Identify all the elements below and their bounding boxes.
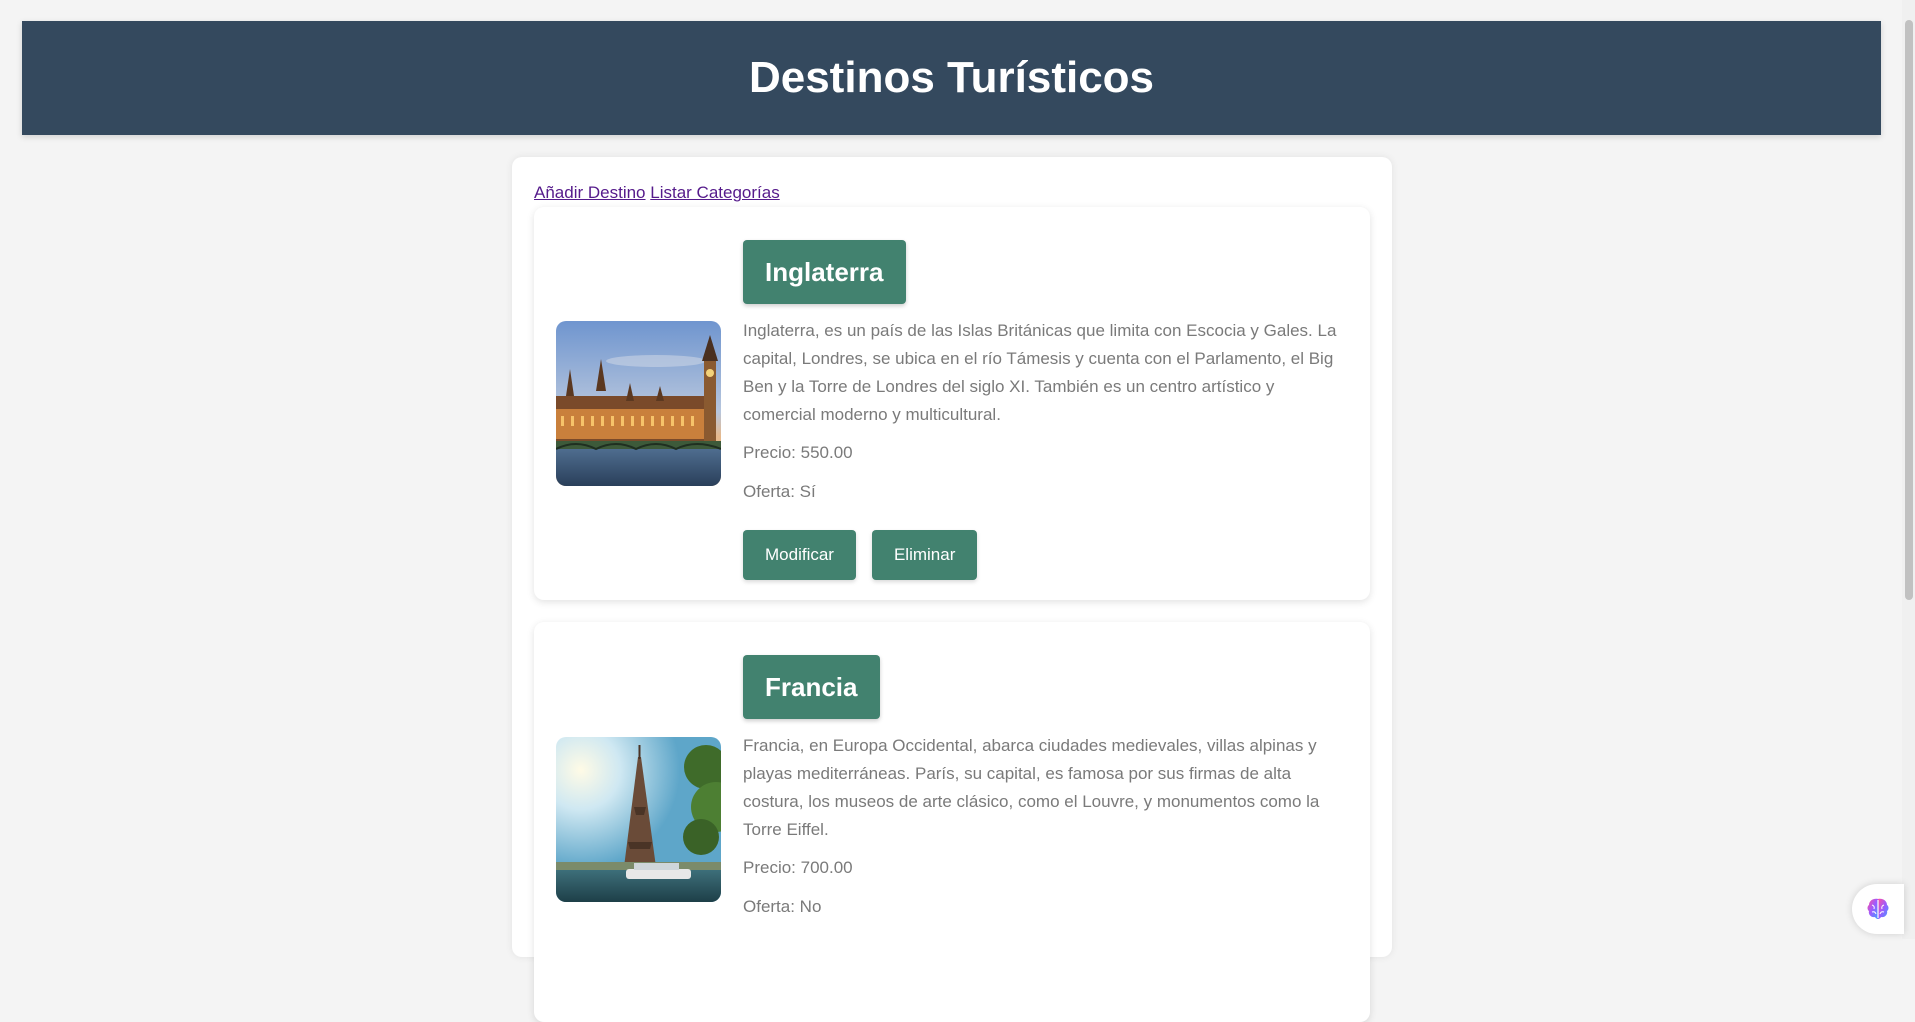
page-header: Destinos Turísticos: [22, 21, 1881, 135]
page-title: Destinos Turísticos: [748, 53, 1155, 102]
main-container: Añadir Destino Listar Categorías Inglate…: [512, 157, 1392, 1022]
destination-info: Inglaterra Inglaterra, es un país de las…: [743, 240, 1348, 580]
card-actions: Modificar Eliminar: [743, 530, 1348, 580]
destination-card: Francia Francia, en Europa Occidental, a…: [534, 622, 1370, 1022]
brain-icon: [1867, 898, 1889, 919]
delete-button[interactable]: Eliminar: [871, 530, 978, 580]
destination-price: Precio: 700.00: [743, 858, 853, 877]
destination-title: Inglaterra: [743, 240, 906, 304]
destination-image: [556, 321, 721, 486]
list-categories-link[interactable]: Listar Categorías: [650, 183, 779, 202]
scrollbar-thumb[interactable]: [1905, 20, 1913, 600]
destination-price: Precio: 550.00: [743, 443, 853, 462]
add-destination-link[interactable]: Añadir Destino: [534, 183, 646, 202]
destination-card: Inglaterra Inglaterra, es un país de las…: [534, 207, 1370, 600]
destination-info: Francia Francia, en Europa Occidental, a…: [743, 655, 1348, 921]
london-parliament-photo: [556, 321, 721, 486]
nav-links: Añadir Destino Listar Categorías: [534, 183, 780, 203]
floating-assistant-button[interactable]: [1852, 884, 1904, 934]
modify-button[interactable]: Modificar: [743, 530, 856, 580]
destination-offer: Oferta: No: [743, 897, 822, 916]
eiffel-tower-photo: [556, 737, 721, 902]
destination-offer: Oferta: Sí: [743, 482, 816, 501]
destination-title: Francia: [743, 655, 880, 719]
vertical-scrollbar[interactable]: [1902, 0, 1915, 939]
destination-image: [556, 737, 721, 902]
destination-description: Inglaterra, es un país de las Islas Brit…: [743, 321, 1337, 424]
destination-description: Francia, en Europa Occidental, abarca ci…: [743, 736, 1320, 839]
